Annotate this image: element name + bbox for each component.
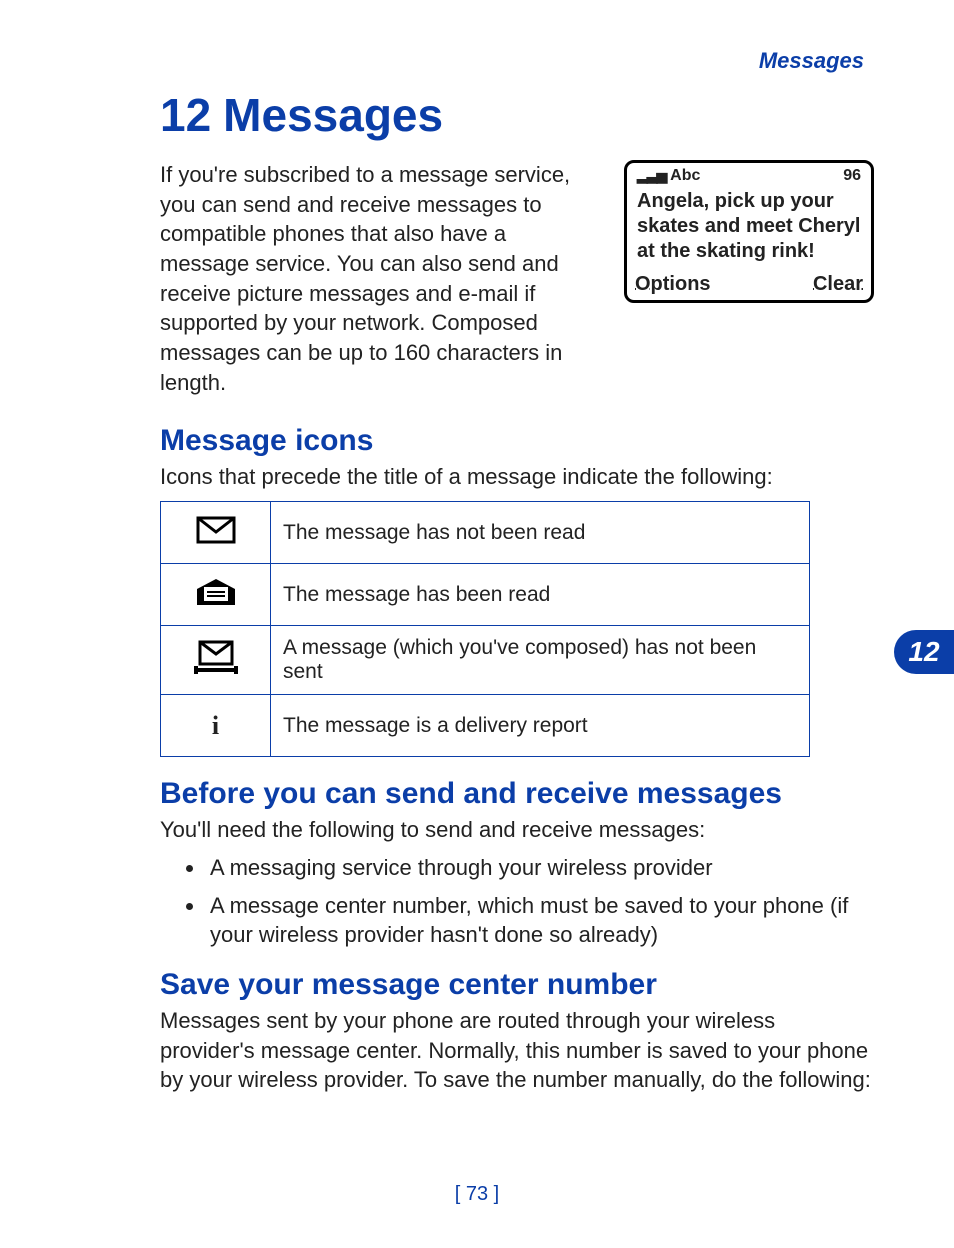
list-item: A messaging service through your wireles… (206, 853, 874, 883)
list-item: A message center number, which must be s… (206, 891, 874, 950)
section-body-save: Messages sent by your phone are routed t… (160, 1006, 874, 1095)
running-head: Messages (759, 48, 864, 74)
table-row: A message (which you've composed) has no… (161, 626, 810, 695)
phone-softkey-left: Options (635, 273, 711, 296)
section-heading-icons: Message icons (160, 424, 874, 458)
icon-table: The message has not been read The messag… (160, 501, 810, 757)
unread-icon (161, 502, 271, 564)
unsent-icon (161, 626, 271, 695)
icon-desc: The message has been read (271, 564, 810, 626)
signal-icon: ▂▃▅ (637, 167, 666, 183)
section-lead-icons: Icons that precede the title of a messag… (160, 462, 874, 492)
table-row: The message has been read (161, 564, 810, 626)
info-icon: i (161, 695, 271, 757)
phone-char-count: 96 (843, 167, 861, 185)
chapter-title: Messages (223, 89, 443, 141)
table-row: i The message is a delivery report (161, 695, 810, 757)
phone-softkey-right: Clear (813, 273, 863, 296)
chapter-tab-badge: 12 (894, 630, 954, 674)
icon-desc: The message has not been read (271, 502, 810, 564)
icon-desc: A message (which you've composed) has no… (271, 626, 810, 695)
section-lead-before: You'll need the following to send and re… (160, 815, 874, 845)
chapter-number: 12 (160, 89, 211, 141)
chapter-heading: 12Messages (160, 88, 874, 142)
icon-desc: The message is a delivery report (271, 695, 810, 757)
requirements-list: A messaging service through your wireles… (206, 853, 874, 950)
read-icon (161, 564, 271, 626)
phone-status-left: ▂▃▅ Abc (637, 167, 700, 185)
phone-screenshot: ▂▃▅ Abc 96 Angela, pick up your skates a… (624, 160, 874, 303)
page-number: [ 73 ] (0, 1183, 954, 1206)
table-row: The message has not been read (161, 502, 810, 564)
section-heading-before: Before you can send and receive messages (160, 777, 874, 811)
phone-mode: Abc (670, 167, 700, 184)
section-heading-save: Save your message center number (160, 968, 874, 1002)
intro-paragraph: If you're subscribed to a message servic… (160, 160, 600, 398)
phone-message-text: Angela, pick up your skates and meet Che… (627, 187, 871, 270)
